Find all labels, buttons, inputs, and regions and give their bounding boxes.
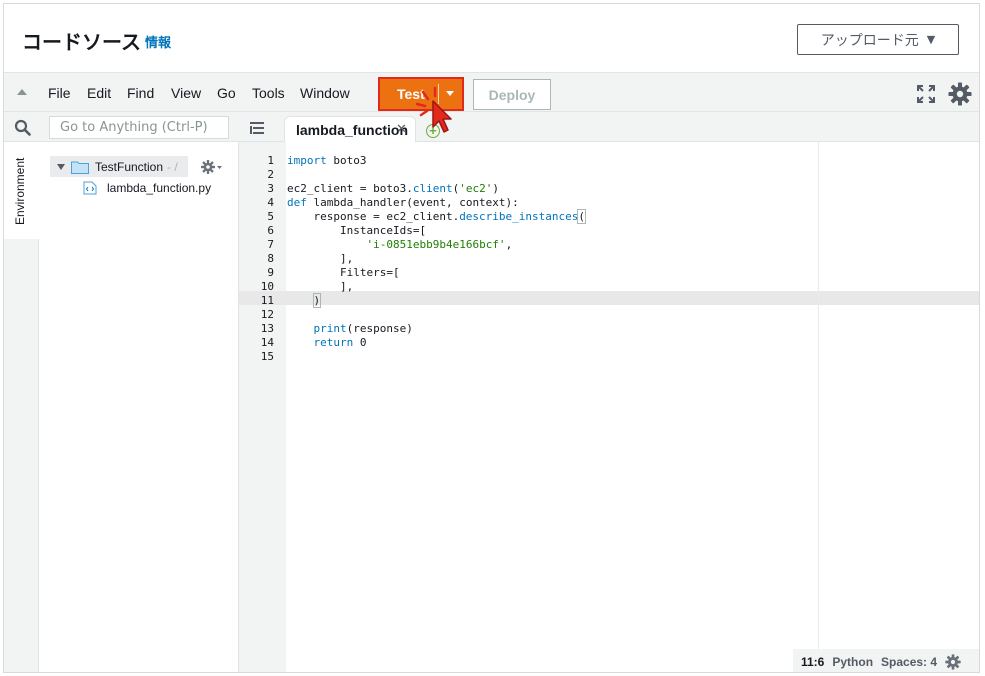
code-source-header: コードソース 情報 アップロード元 ▼ — [4, 4, 979, 72]
code-line[interactable]: import boto3 — [287, 154, 367, 168]
python-file-icon — [83, 181, 97, 195]
menu-tools[interactable]: Tools — [252, 85, 285, 101]
tree-settings-gear-icon[interactable] — [201, 159, 223, 175]
upload-from-label: アップロード元 — [820, 32, 919, 49]
line-number: 8 — [267, 252, 274, 265]
tree-root-path: - / — [167, 159, 178, 174]
editor-tab-bar: lambda_function ✕ + — [239, 112, 979, 143]
code-line[interactable]: return 0 — [287, 336, 367, 350]
menu-window[interactable]: Window — [300, 85, 350, 101]
tab-label: lambda_function — [296, 122, 409, 138]
line-number: 9 — [267, 266, 274, 279]
tab-lambda-function[interactable]: lambda_function ✕ — [284, 116, 416, 143]
fullscreen-icon[interactable] — [917, 85, 935, 103]
environment-tab[interactable]: Environment — [4, 142, 39, 239]
go-to-anything-input[interactable]: Go to Anything (Ctrl-P) — [49, 116, 229, 139]
print-margin — [818, 142, 819, 652]
line-number: 15 — [260, 350, 274, 363]
upload-from-button[interactable]: アップロード元 ▼ — [797, 24, 959, 55]
tree-root-folder[interactable]: TestFunction - / — [50, 156, 188, 177]
line-number: 1 — [267, 154, 274, 167]
ide-menu-bar: File Edit Find View Go Tools Window Test… — [4, 72, 979, 112]
line-number: 2 — [267, 168, 274, 181]
line-number: 10 — [260, 280, 274, 293]
environment-tab-label: Environment — [13, 157, 27, 225]
code-line[interactable]: print(response) — [287, 322, 413, 336]
side-panel-strip: Environment — [4, 142, 39, 672]
editor-status-bar: 11:6 Python Spaces: 4 — [793, 649, 979, 672]
menu-find[interactable]: Find — [127, 85, 154, 101]
code-line[interactable]: ) — [287, 293, 322, 308]
code-line[interactable]: InstanceIds=[ — [287, 224, 426, 238]
line-number: 12 — [260, 308, 274, 321]
gear-icon[interactable] — [945, 653, 961, 670]
tab-list-icon[interactable] — [250, 122, 264, 134]
line-number: 5 — [267, 210, 274, 223]
go-to-anything-bar: Go to Anything (Ctrl-P) — [4, 112, 239, 142]
code-line[interactable]: 'i-0851ebb9b4e166bcf', — [287, 238, 512, 252]
code-line[interactable]: Filters=[ — [287, 266, 400, 280]
menu-edit[interactable]: Edit — [87, 85, 111, 101]
line-number: 14 — [260, 336, 274, 349]
line-number: 6 — [267, 224, 274, 237]
caret-down-icon: ▼ — [926, 33, 936, 46]
line-number: 11 — [260, 294, 274, 307]
file-tree: TestFunction - / lambda_function.py — [39, 142, 239, 672]
click-pointer-icon — [415, 86, 452, 133]
tree-root-name: TestFunction — [95, 159, 164, 174]
tree-file-name: lambda_function.py — [107, 181, 212, 195]
page-title: コードソース — [22, 30, 141, 54]
menu-file[interactable]: File — [48, 85, 71, 101]
tree-file-lambda-function[interactable]: lambda_function.py — [83, 181, 211, 195]
code-line[interactable]: ], — [287, 252, 353, 266]
close-icon[interactable]: ✕ — [396, 121, 407, 137]
gear-icon[interactable] — [948, 82, 972, 106]
line-number: 4 — [267, 196, 274, 209]
menu-view[interactable]: View — [171, 85, 201, 101]
cursor-position[interactable]: 11:6 — [801, 655, 824, 669]
line-number: 3 — [267, 182, 274, 195]
code-line[interactable]: response = ec2_client.describe_instances… — [287, 209, 586, 224]
line-number: 7 — [267, 238, 274, 251]
collapse-icon[interactable] — [17, 89, 27, 95]
line-number: 13 — [260, 322, 274, 335]
language-mode[interactable]: Python — [832, 655, 873, 669]
search-icon — [14, 119, 31, 136]
indent-setting[interactable]: Spaces: 4 — [881, 655, 937, 669]
folder-icon — [71, 161, 89, 174]
info-link[interactable]: 情報 — [145, 32, 171, 51]
lambda-code-source-panel: コードソース 情報 アップロード元 ▼ File Edit Find View … — [3, 3, 980, 673]
deploy-button[interactable]: Deploy — [473, 79, 551, 110]
menu-go[interactable]: Go — [217, 85, 236, 101]
expand-triangle-icon[interactable] — [57, 163, 65, 170]
code-line[interactable]: def lambda_handler(event, context): — [287, 196, 519, 210]
code-line[interactable]: ], — [287, 280, 353, 294]
code-line[interactable]: ec2_client = boto3.client('ec2') — [287, 182, 499, 196]
